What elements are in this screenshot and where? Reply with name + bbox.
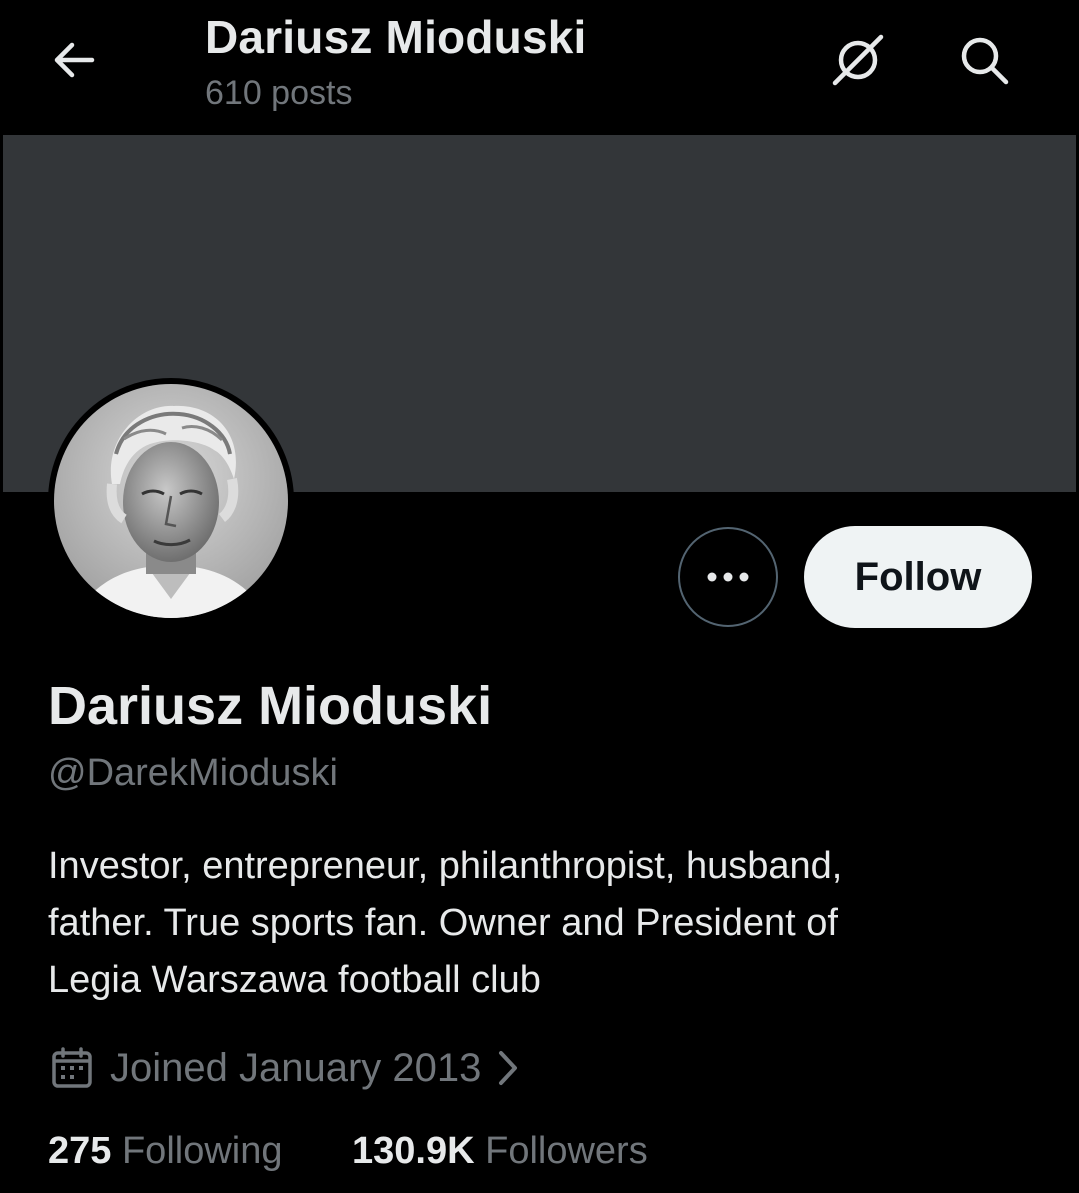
bio-line: father. True sports fan. Owner and Presi… <box>48 902 838 944</box>
profile-handle: @DarekMioduski <box>48 752 338 794</box>
following-count: 275 <box>48 1130 112 1172</box>
search-button[interactable] <box>952 28 1016 92</box>
post-count: 610 posts <box>205 74 353 112</box>
grok-icon <box>832 34 884 86</box>
profile-bio: Investor, entrepreneur, philanthropist, … <box>48 838 1048 1009</box>
following-link[interactable]: 275 Following <box>48 1130 283 1173</box>
following-label: Following <box>121 1130 283 1172</box>
joined-date-link[interactable]: Joined January 2013 <box>50 1040 521 1096</box>
more-horizontal-icon <box>707 572 749 582</box>
avatar[interactable] <box>48 378 294 624</box>
arrow-left-icon <box>54 42 95 78</box>
bio-line: Investor, entrepreneur, philanthropist, … <box>48 845 843 887</box>
search-icon <box>961 37 1009 85</box>
followers-link[interactable]: 130.9K Followers <box>352 1130 648 1173</box>
joined-date: Joined January 2013 <box>110 1045 482 1090</box>
calendar-icon <box>52 1047 92 1088</box>
header-title: Dariusz Mioduski <box>205 11 587 63</box>
top-bar: Dariusz Mioduski 610 posts <box>0 0 1079 133</box>
followers-label: Followers <box>485 1130 648 1172</box>
follow-button[interactable]: Follow <box>804 526 1032 628</box>
grok-button[interactable] <box>826 28 890 92</box>
followers-count: 130.9K <box>352 1130 475 1172</box>
more-options-button[interactable] <box>678 527 778 627</box>
chevron-right-icon <box>499 1051 518 1085</box>
back-button[interactable] <box>44 30 104 90</box>
bio-line: Legia Warszawa football club <box>48 959 541 1001</box>
profile-display-name: Dariusz Mioduski <box>48 676 493 736</box>
